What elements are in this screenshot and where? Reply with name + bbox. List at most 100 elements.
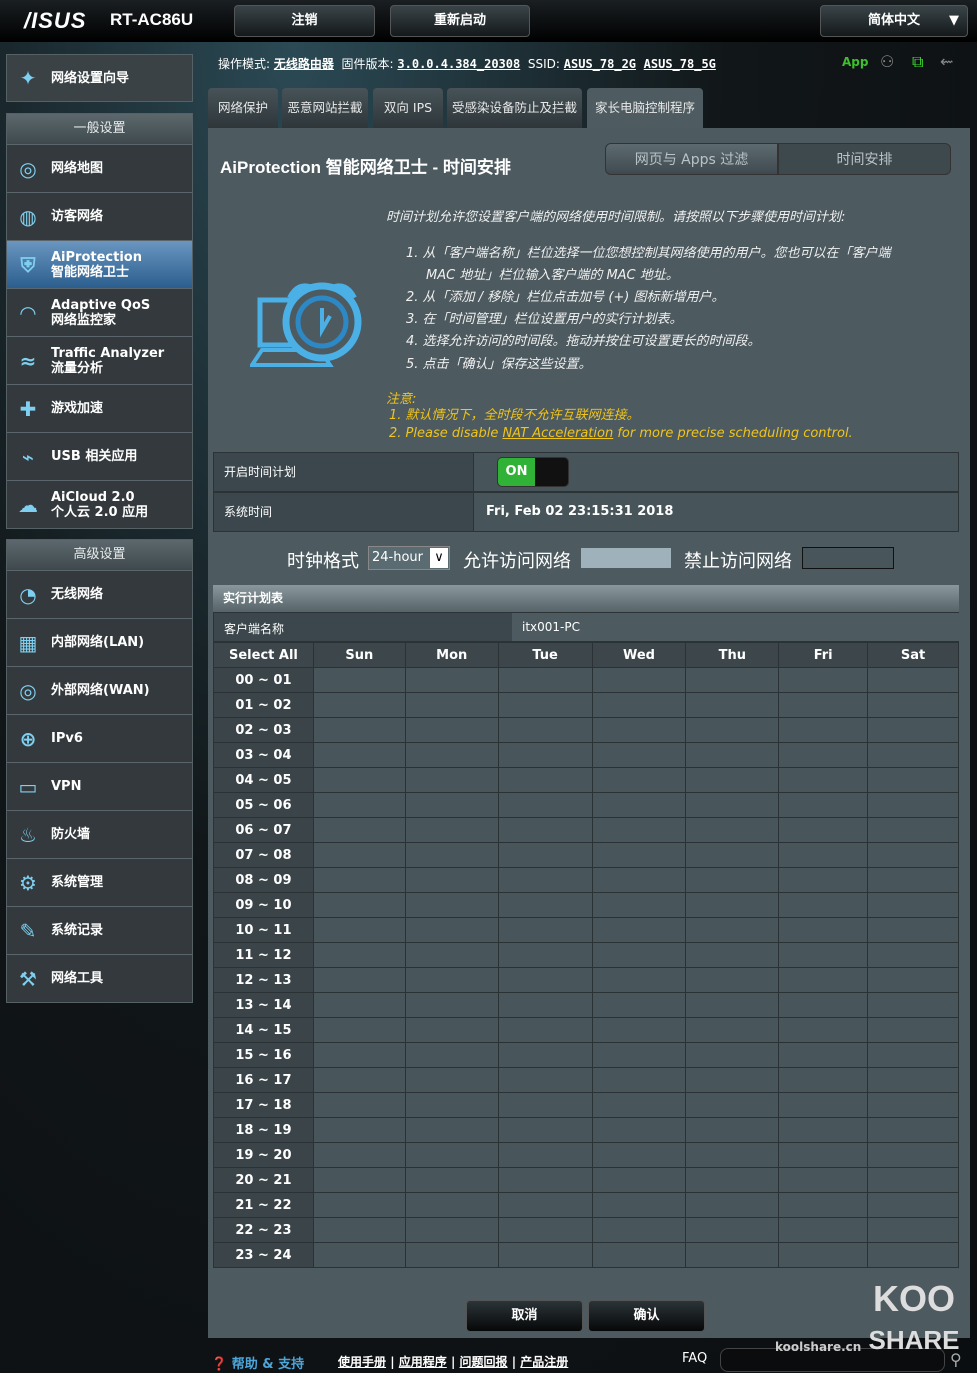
footer-link[interactable]: 应用程序 bbox=[399, 1355, 447, 1369]
schedule-cell[interactable] bbox=[312, 1217, 406, 1243]
sidebar-item-5[interactable]: ✚ 游戏加速 bbox=[7, 384, 192, 432]
schedule-cell[interactable] bbox=[591, 1142, 687, 1168]
schedule-cell[interactable] bbox=[312, 817, 406, 843]
schedule-cell[interactable] bbox=[497, 1017, 593, 1043]
sidebar-item-2[interactable]: ⛨ AiProtection 智能网络卫士 bbox=[7, 240, 192, 288]
schedule-cell[interactable] bbox=[778, 942, 869, 968]
schedule-cell[interactable] bbox=[867, 1217, 959, 1243]
schedule-cell[interactable] bbox=[497, 917, 593, 943]
schedule-cell[interactable] bbox=[685, 767, 780, 793]
schedule-cell[interactable] bbox=[404, 967, 499, 993]
schedule-cell[interactable] bbox=[778, 842, 869, 868]
schedule-cell[interactable] bbox=[497, 1217, 593, 1243]
schedule-cell[interactable] bbox=[404, 1042, 499, 1068]
day-header[interactable]: Mon bbox=[404, 642, 499, 668]
logout-button[interactable]: 注销 bbox=[234, 5, 375, 37]
schedule-cell[interactable] bbox=[404, 867, 499, 893]
schedule-cell[interactable] bbox=[867, 1117, 959, 1143]
schedule-cell[interactable] bbox=[685, 667, 780, 693]
schedule-cell[interactable] bbox=[685, 992, 780, 1018]
schedule-cell[interactable] bbox=[591, 717, 687, 743]
mode-link[interactable]: 无线路由器 bbox=[274, 57, 334, 71]
help-support[interactable]: ❓ 帮助 & 支持 bbox=[211, 1353, 304, 1372]
schedule-cell[interactable] bbox=[778, 1192, 869, 1218]
sidebar-item-3[interactable]: ⊕ IPv6 bbox=[7, 714, 192, 762]
schedule-cell[interactable] bbox=[778, 1092, 869, 1118]
schedule-cell[interactable] bbox=[867, 842, 959, 868]
schedule-cell[interactable] bbox=[778, 792, 869, 818]
schedule-cell[interactable] bbox=[591, 792, 687, 818]
schedule-cell[interactable] bbox=[312, 1167, 406, 1193]
schedule-cell[interactable] bbox=[778, 1117, 869, 1143]
ssid-5g-link[interactable]: ASUS_78_5G bbox=[644, 57, 716, 71]
hour-label[interactable]: 15 ~ 16 bbox=[213, 1042, 314, 1068]
sidebar-item-4[interactable]: ≈ Traffic Analyzer 流量分析 bbox=[7, 336, 192, 384]
schedule-cell[interactable] bbox=[591, 1117, 687, 1143]
day-header[interactable]: Wed bbox=[591, 642, 687, 668]
schedule-cell[interactable] bbox=[404, 692, 499, 718]
clock-format-select[interactable]: 24-hour ∨ bbox=[368, 546, 450, 570]
schedule-cell[interactable] bbox=[778, 767, 869, 793]
schedule-cell[interactable] bbox=[685, 1042, 780, 1068]
schedule-cell[interactable] bbox=[312, 792, 406, 818]
schedule-cell[interactable] bbox=[312, 867, 406, 893]
schedule-cell[interactable] bbox=[404, 1167, 499, 1193]
schedule-cell[interactable] bbox=[685, 867, 780, 893]
sidebar-item-5[interactable]: ♨ 防火墙 bbox=[7, 810, 192, 858]
sidebar-item-1[interactable]: ◍ 访客网络 bbox=[7, 192, 192, 240]
schedule-cell[interactable] bbox=[312, 842, 406, 868]
sidebar-item-setup-wizard[interactable]: ✦ 网络设置向导 bbox=[6, 54, 193, 102]
schedule-cell[interactable] bbox=[591, 1167, 687, 1193]
hour-label[interactable]: 06 ~ 07 bbox=[213, 817, 314, 843]
hour-label[interactable]: 13 ~ 14 bbox=[213, 992, 314, 1018]
schedule-cell[interactable] bbox=[404, 892, 499, 918]
schedule-cell[interactable] bbox=[867, 767, 959, 793]
cancel-button[interactable]: 取消 bbox=[466, 1300, 583, 1332]
schedule-toggle[interactable]: ON bbox=[497, 457, 569, 487]
schedule-cell[interactable] bbox=[867, 717, 959, 743]
hour-label[interactable]: 19 ~ 20 bbox=[213, 1142, 314, 1168]
schedule-cell[interactable] bbox=[497, 1192, 593, 1218]
schedule-cell[interactable] bbox=[778, 742, 869, 768]
schedule-cell[interactable] bbox=[312, 1142, 406, 1168]
schedule-cell[interactable] bbox=[591, 1042, 687, 1068]
hour-label[interactable]: 21 ~ 22 bbox=[213, 1192, 314, 1218]
hour-label[interactable]: 03 ~ 04 bbox=[213, 742, 314, 768]
network-status-icon[interactable]: ⧉ bbox=[912, 52, 923, 72]
day-header[interactable]: Fri bbox=[778, 642, 869, 668]
schedule-cell[interactable] bbox=[591, 1192, 687, 1218]
schedule-cell[interactable] bbox=[404, 1217, 499, 1243]
schedule-cell[interactable] bbox=[685, 842, 780, 868]
schedule-cell[interactable] bbox=[778, 817, 869, 843]
schedule-cell[interactable] bbox=[497, 1167, 593, 1193]
schedule-cell[interactable] bbox=[778, 1067, 869, 1093]
schedule-cell[interactable] bbox=[312, 1117, 406, 1143]
schedule-cell[interactable] bbox=[867, 1042, 959, 1068]
schedule-cell[interactable] bbox=[497, 867, 593, 893]
schedule-cell[interactable] bbox=[867, 1017, 959, 1043]
schedule-cell[interactable] bbox=[867, 1167, 959, 1193]
schedule-cell[interactable] bbox=[867, 867, 959, 893]
day-header[interactable]: Sun bbox=[312, 642, 406, 668]
schedule-cell[interactable] bbox=[778, 1042, 869, 1068]
schedule-cell[interactable] bbox=[312, 1017, 406, 1043]
schedule-cell[interactable] bbox=[404, 1242, 499, 1268]
schedule-cell[interactable] bbox=[404, 717, 499, 743]
schedule-cell[interactable] bbox=[778, 917, 869, 943]
schedule-cell[interactable] bbox=[867, 792, 959, 818]
schedule-cell[interactable] bbox=[685, 1092, 780, 1118]
schedule-cell[interactable] bbox=[685, 742, 780, 768]
tab-1[interactable]: 恶意网站拦截 bbox=[282, 88, 368, 128]
schedule-cell[interactable] bbox=[778, 1217, 869, 1243]
schedule-cell[interactable] bbox=[685, 1192, 780, 1218]
schedule-cell[interactable] bbox=[867, 1192, 959, 1218]
sidebar-item-0[interactable]: ◎ 网络地图 bbox=[7, 144, 192, 192]
schedule-cell[interactable] bbox=[685, 1217, 780, 1243]
schedule-cell[interactable] bbox=[591, 767, 687, 793]
schedule-cell[interactable] bbox=[497, 817, 593, 843]
schedule-cell[interactable] bbox=[778, 717, 869, 743]
schedule-cell[interactable] bbox=[685, 1017, 780, 1043]
hour-label[interactable]: 11 ~ 12 bbox=[213, 942, 314, 968]
select-all-button[interactable]: Select All bbox=[213, 642, 314, 668]
hour-label[interactable]: 14 ~ 15 bbox=[213, 1017, 314, 1043]
